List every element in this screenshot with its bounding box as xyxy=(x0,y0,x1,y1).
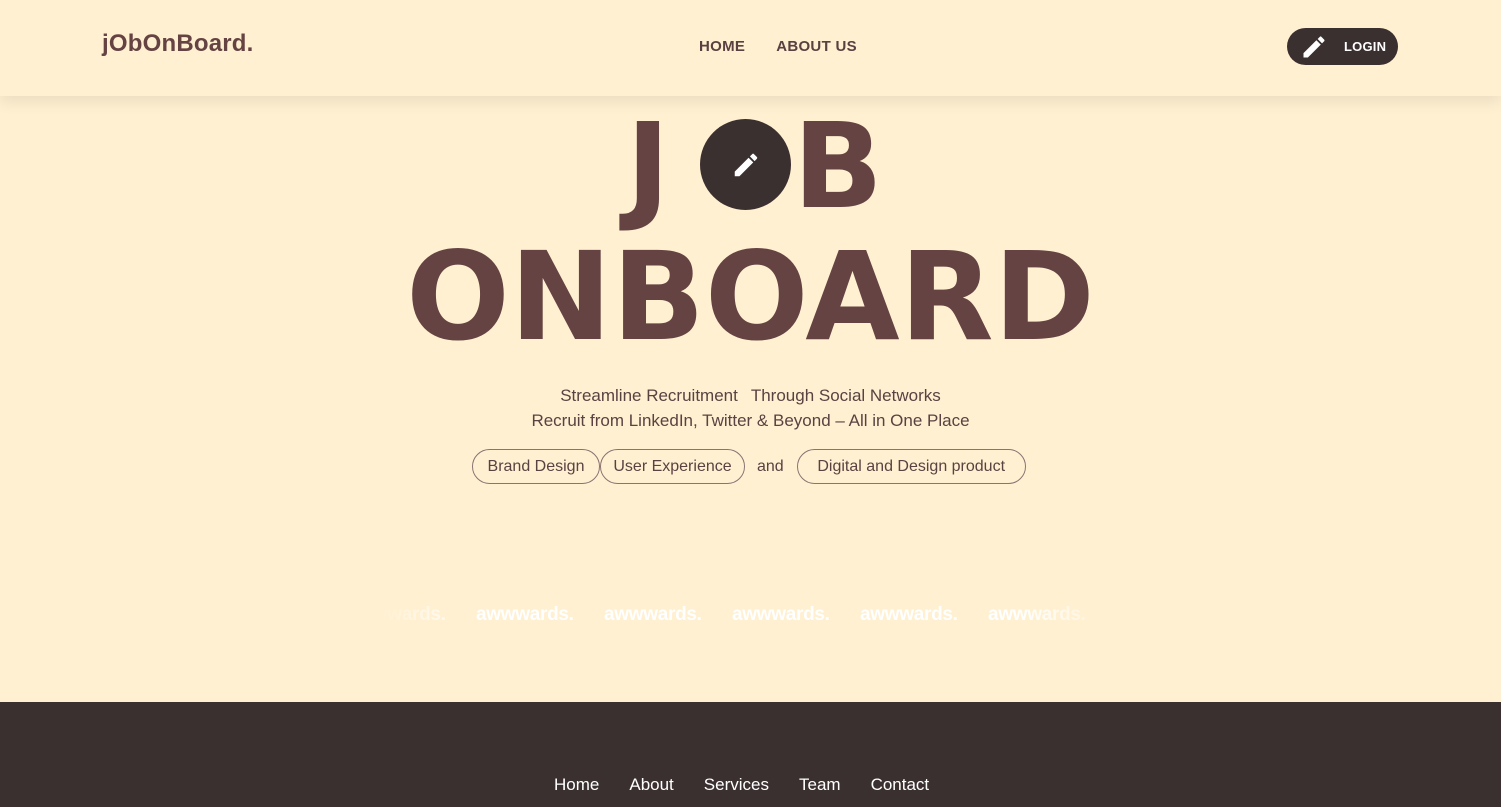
footer-link-about[interactable]: About xyxy=(629,775,673,795)
service-tags: Brand Design User Experience and Digital… xyxy=(472,449,1026,484)
nav-about-us[interactable]: ABOUT US xyxy=(776,38,857,55)
login-button[interactable]: LOGIN xyxy=(1287,28,1398,65)
hero-subtitle-part1: Streamline Recruitment xyxy=(560,386,738,405)
pencil-icon xyxy=(734,153,757,176)
tags-conjunction: and xyxy=(757,457,784,475)
footer-link-home[interactable]: Home xyxy=(554,775,599,795)
award-logo: awwwards. xyxy=(988,604,1086,625)
footer-link-team[interactable]: Team xyxy=(799,775,841,795)
hero-letter-j: J xyxy=(626,97,670,235)
award-logo: awwwards. xyxy=(476,604,574,625)
hero-subtitle-secondary: Recruit from LinkedIn, Twitter & Beyond … xyxy=(531,411,970,430)
award-logo: awwwards. xyxy=(604,604,702,625)
award-logo: awwwards. xyxy=(732,604,830,625)
footer-link-services[interactable]: Services xyxy=(704,775,769,795)
main-nav: HOME ABOUT US xyxy=(699,38,857,55)
site-header: jObOnBoard. HOME ABOUT US LOGIN xyxy=(0,0,1501,96)
footer-nav: Home About Services Team Contact xyxy=(554,775,929,795)
site-footer: Home About Services Team Contact xyxy=(0,702,1501,807)
site-logo[interactable]: jObOnBoard. xyxy=(102,30,254,58)
nav-home[interactable]: HOME xyxy=(699,38,745,55)
login-label: LOGIN xyxy=(1344,39,1387,54)
hero-subtitle-part2: Through Social Networks xyxy=(750,386,941,405)
tag-user-experience[interactable]: User Experience xyxy=(600,449,745,484)
award-logo: awwwards. xyxy=(380,604,446,625)
hero-letter-b: B xyxy=(793,97,883,235)
tag-digital-design-product[interactable]: Digital and Design product xyxy=(796,449,1026,484)
hero-subtitle: Streamline Recruitment Through Social Net… xyxy=(0,386,1501,406)
footer-link-contact[interactable]: Contact xyxy=(871,775,930,795)
pencil-icon xyxy=(1303,36,1325,58)
hero-title-onboard: ONBOARD xyxy=(406,226,1095,368)
tag-brand-design[interactable]: Brand Design xyxy=(472,449,600,484)
awards-marquee: awwwards. awwwards. awwwards. awwwards. … xyxy=(380,575,1121,657)
award-logo: awwwards. xyxy=(860,604,958,625)
hero-edit-circle[interactable] xyxy=(700,119,791,210)
